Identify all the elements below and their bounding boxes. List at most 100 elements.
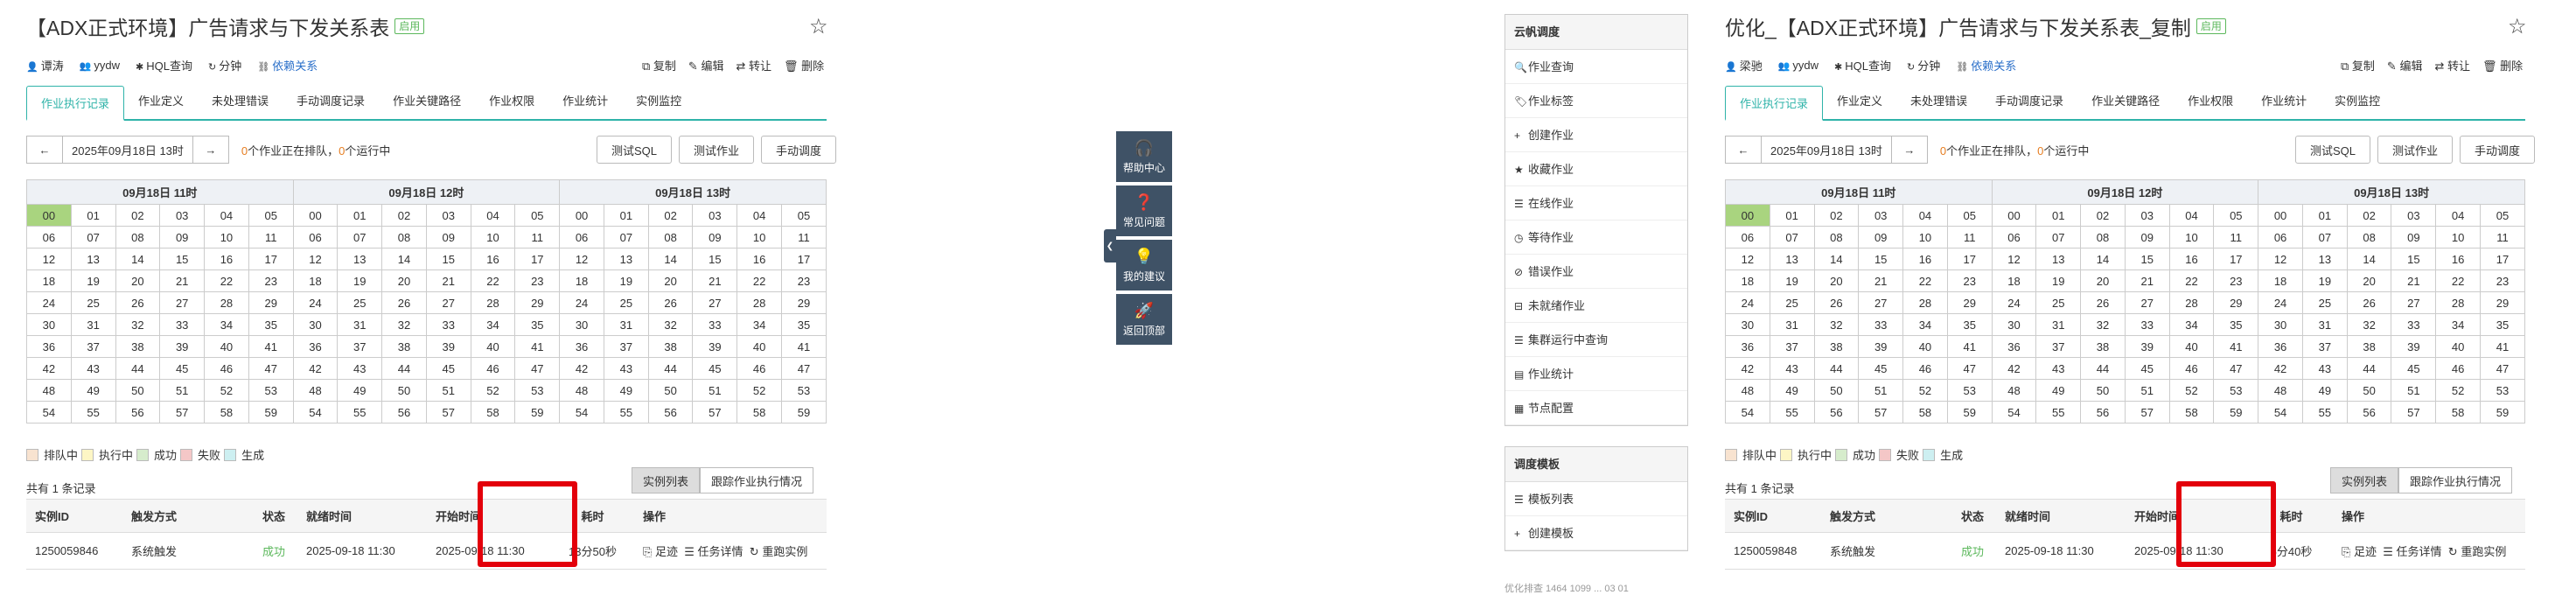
minute-cell[interactable]: 39 xyxy=(1858,335,1904,358)
minute-cell[interactable]: 31 xyxy=(70,313,116,336)
minute-cell[interactable]: 20 xyxy=(381,270,427,292)
minute-cell[interactable]: 55 xyxy=(337,401,383,424)
minute-cell[interactable]: 10 xyxy=(204,226,249,248)
minute-cell[interactable]: 02 xyxy=(381,204,427,227)
minute-cell[interactable]: 52 xyxy=(736,379,783,402)
minute-cell[interactable]: 34 xyxy=(2168,313,2215,336)
minute-cell[interactable]: 24 xyxy=(26,291,72,314)
minute-cell[interactable]: 59 xyxy=(514,401,561,424)
minute-cell[interactable]: 40 xyxy=(736,335,783,358)
minute-cell[interactable]: 23 xyxy=(248,270,294,292)
sidebar-item[interactable]: + 创建模板 xyxy=(1505,516,1687,550)
minute-cell[interactable]: 12 xyxy=(2258,248,2303,270)
minute-cell[interactable]: 29 xyxy=(1946,291,1993,314)
minute-cell[interactable]: 25 xyxy=(70,291,116,314)
minute-cell[interactable]: 02 xyxy=(2346,204,2392,227)
minute-cell[interactable]: 13 xyxy=(70,248,116,270)
minute-cell[interactable]: 28 xyxy=(2435,291,2482,314)
minute-cell[interactable]: 56 xyxy=(2346,401,2392,424)
minute-cell[interactable]: 30 xyxy=(559,313,604,336)
minute-cell[interactable]: 10 xyxy=(736,226,783,248)
minute-cell[interactable]: 08 xyxy=(381,226,427,248)
minute-cell[interactable]: 46 xyxy=(204,357,249,380)
minute-cell[interactable]: 16 xyxy=(736,248,783,270)
minute-cell[interactable]: 56 xyxy=(2080,401,2126,424)
minute-cell[interactable]: 44 xyxy=(1813,357,1860,380)
minute-cell[interactable]: 44 xyxy=(2346,357,2392,380)
test-job-button[interactable]: 测试作业 xyxy=(679,136,755,164)
minute-cell[interactable]: 45 xyxy=(2391,357,2437,380)
minute-cell[interactable]: 57 xyxy=(159,401,206,424)
minute-cell[interactable]: 29 xyxy=(2480,291,2525,314)
minute-cell[interactable]: 15 xyxy=(425,248,471,270)
minute-cell[interactable]: 24 xyxy=(292,291,339,314)
minute-cell[interactable]: 36 xyxy=(2258,335,2303,358)
tab-unhandled-errors[interactable]: 未处理错误 xyxy=(1896,84,1981,119)
minute-cell[interactable]: 33 xyxy=(1858,313,1904,336)
minute-cell[interactable]: 07 xyxy=(70,226,116,248)
minute-cell[interactable]: 07 xyxy=(2301,226,2348,248)
minute-cell[interactable]: 54 xyxy=(26,401,72,424)
minute-cell[interactable]: 14 xyxy=(2080,248,2126,270)
minute-cell[interactable]: 53 xyxy=(248,379,294,402)
minute-cell[interactable]: 22 xyxy=(2435,270,2482,292)
minute-cell[interactable]: 50 xyxy=(2080,379,2126,402)
minute-cell[interactable]: 46 xyxy=(470,357,516,380)
minute-cell[interactable]: 44 xyxy=(115,357,161,380)
minute-cell[interactable]: 42 xyxy=(292,357,339,380)
minute-cell[interactable]: 06 xyxy=(559,226,604,248)
task-detail-link[interactable]: ☰ 任务详情 xyxy=(2383,545,2441,558)
minute-cell[interactable]: 55 xyxy=(1769,401,1815,424)
minute-cell[interactable]: 03 xyxy=(425,204,471,227)
copy-button[interactable]: ⧉ 复制 xyxy=(642,57,676,74)
minute-cell[interactable]: 41 xyxy=(1946,335,1993,358)
minute-cell[interactable]: 13 xyxy=(2035,248,2082,270)
minute-cell[interactable]: 24 xyxy=(1725,291,1770,314)
minute-cell[interactable]: 37 xyxy=(337,335,383,358)
minute-cell[interactable]: 59 xyxy=(248,401,294,424)
minute-cell[interactable]: 30 xyxy=(1991,313,2037,336)
minute-cell[interactable]: 54 xyxy=(559,401,604,424)
minute-cell[interactable]: 19 xyxy=(2035,270,2082,292)
minute-cell[interactable]: 25 xyxy=(2301,291,2348,314)
minute-cell[interactable]: 33 xyxy=(425,313,471,336)
minute-cell[interactable]: 16 xyxy=(2168,248,2215,270)
minute-cell[interactable]: 34 xyxy=(1902,313,1948,336)
minute-cell[interactable]: 42 xyxy=(26,357,72,380)
minute-cell[interactable]: 32 xyxy=(115,313,161,336)
minute-cell[interactable]: 58 xyxy=(2168,401,2215,424)
minute-cell[interactable]: 52 xyxy=(470,379,516,402)
minute-cell[interactable]: 00 xyxy=(26,204,72,227)
minute-cell[interactable]: 58 xyxy=(1902,401,1948,424)
minute-cell[interactable]: 28 xyxy=(470,291,516,314)
minute-cell[interactable]: 50 xyxy=(2346,379,2392,402)
minute-cell[interactable]: 04 xyxy=(470,204,516,227)
rerun-link[interactable]: ↻ 重跑实例 xyxy=(750,545,808,558)
minute-cell[interactable]: 23 xyxy=(2213,270,2259,292)
minute-cell[interactable]: 04 xyxy=(1902,204,1948,227)
minute-cell[interactable]: 00 xyxy=(1725,204,1770,227)
minute-cell[interactable]: 43 xyxy=(2301,357,2348,380)
minute-cell[interactable]: 09 xyxy=(159,226,206,248)
minute-cell[interactable]: 59 xyxy=(781,401,827,424)
minute-cell[interactable]: 57 xyxy=(1858,401,1904,424)
minute-cell[interactable]: 50 xyxy=(1813,379,1860,402)
minute-cell[interactable]: 47 xyxy=(248,357,294,380)
minute-cell[interactable]: 48 xyxy=(2258,379,2303,402)
minute-cell[interactable]: 52 xyxy=(204,379,249,402)
minute-cell[interactable]: 47 xyxy=(514,357,561,380)
copy-button[interactable]: ⧉ 复制 xyxy=(2341,57,2375,74)
minute-cell[interactable]: 53 xyxy=(2213,379,2259,402)
minute-cell[interactable]: 54 xyxy=(1725,401,1770,424)
sidebar-item[interactable]: 🔍作业查询 xyxy=(1505,50,1687,84)
minute-cell[interactable]: 26 xyxy=(381,291,427,314)
minute-cell[interactable]: 35 xyxy=(1946,313,1993,336)
minute-cell[interactable]: 20 xyxy=(647,270,694,292)
minute-cell[interactable]: 42 xyxy=(2258,357,2303,380)
minute-cell[interactable]: 23 xyxy=(2480,270,2525,292)
minute-cell[interactable]: 39 xyxy=(2124,335,2170,358)
minute-cell[interactable]: 24 xyxy=(1991,291,2037,314)
minute-cell[interactable]: 03 xyxy=(1858,204,1904,227)
next-hour-button[interactable]: → xyxy=(1890,136,1928,164)
minute-cell[interactable]: 31 xyxy=(1769,313,1815,336)
